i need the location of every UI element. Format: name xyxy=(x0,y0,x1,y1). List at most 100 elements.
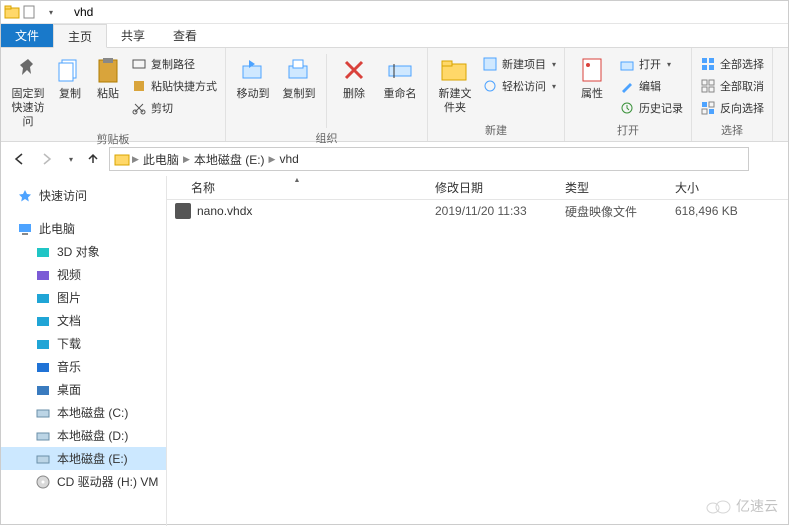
cut-icon xyxy=(131,100,147,116)
sort-indicator-icon: ▲ xyxy=(294,177,301,184)
select-all-button[interactable]: 全部选择 xyxy=(698,54,766,74)
tree-item[interactable]: 文档 xyxy=(1,309,166,332)
breadcrumb-item[interactable]: 本地磁盘 (E:) xyxy=(192,151,267,168)
vhdx-file-icon xyxy=(175,203,191,219)
tree-item-label: 文档 xyxy=(57,312,81,329)
copy-to-icon xyxy=(283,54,315,86)
chevron-right-icon[interactable]: ▶ xyxy=(183,154,190,165)
history-button[interactable]: 历史记录 xyxy=(617,98,685,118)
ribbon: 固定到快速访问 复制 粘贴 复制路径 粘贴快捷方式 xyxy=(1,48,788,142)
paste-shortcut-icon xyxy=(131,78,147,94)
tree-item-label: 图片 xyxy=(57,289,81,306)
drive-icon xyxy=(35,267,51,283)
invert-selection-button[interactable]: 反向选择 xyxy=(698,98,766,118)
tree-item-label: 音乐 xyxy=(57,358,81,375)
tree-item-label: 3D 对象 xyxy=(57,243,100,260)
this-pc-icon xyxy=(17,221,33,237)
window-title: vhd xyxy=(74,5,93,19)
tab-share[interactable]: 共享 xyxy=(107,24,159,47)
new-item-button[interactable]: 新建项目 xyxy=(480,54,558,74)
drive-icon xyxy=(35,451,51,467)
qat-properties-icon[interactable] xyxy=(22,4,38,20)
history-icon xyxy=(619,100,635,116)
tree-item[interactable]: 桌面 xyxy=(1,378,166,401)
file-row[interactable]: nano.vhdx2019/11/20 11:33硬盘映像文件618,496 K… xyxy=(167,200,788,222)
cut-button[interactable]: 剪切 xyxy=(129,98,219,118)
properties-button[interactable]: 属性 xyxy=(571,50,613,102)
drive-icon xyxy=(35,428,51,444)
tab-home[interactable]: 主页 xyxy=(53,24,107,48)
edit-button[interactable]: 编辑 xyxy=(617,76,685,96)
select-none-button[interactable]: 全部取消 xyxy=(698,76,766,96)
easy-access-button[interactable]: 轻松访问 xyxy=(480,76,558,96)
group-label-open: 打开 xyxy=(571,120,685,141)
tree-this-pc[interactable]: 此电脑 xyxy=(1,217,166,240)
tree-item[interactable]: 下载 xyxy=(1,332,166,355)
chevron-right-icon[interactable]: ▶ xyxy=(132,154,139,165)
copy-path-icon xyxy=(131,56,147,72)
group-organize: 移动到 复制到 删除 重命名 组织 xyxy=(226,48,428,141)
file-type: 硬盘映像文件 xyxy=(557,203,667,220)
breadcrumb-item[interactable]: 此电脑 xyxy=(141,151,181,168)
tree-item[interactable]: 本地磁盘 (C:) xyxy=(1,401,166,424)
column-size[interactable]: 大小 xyxy=(667,179,767,196)
qat-dropdown-icon[interactable] xyxy=(42,4,58,20)
column-headers: ▲名称 修改日期 类型 大小 xyxy=(167,176,788,200)
copy-path-button[interactable]: 复制路径 xyxy=(129,54,219,74)
delete-button[interactable]: 删除 xyxy=(333,50,375,102)
tree-item[interactable]: 本地磁盘 (E:) xyxy=(1,447,166,470)
copy-button[interactable]: 复制 xyxy=(53,50,87,102)
move-to-button[interactable]: 移动到 xyxy=(232,50,274,102)
copy-to-button[interactable]: 复制到 xyxy=(278,50,320,102)
address-bar-row: ▶ 此电脑 ▶ 本地磁盘 (E:) ▶ vhd xyxy=(1,142,788,176)
tree-item-label: 本地磁盘 (D:) xyxy=(57,427,128,444)
group-select: 全部选择 全部取消 反向选择 选择 xyxy=(692,48,773,141)
drive-icon xyxy=(35,382,51,398)
group-open: 属性 打开 编辑 历史记录 打开 xyxy=(565,48,692,141)
drive-icon xyxy=(35,336,51,352)
rename-button[interactable]: 重命名 xyxy=(379,50,421,102)
properties-icon xyxy=(576,54,608,86)
drive-icon xyxy=(35,474,51,490)
tree-item-label: 下载 xyxy=(57,335,81,352)
tree-item[interactable]: 视频 xyxy=(1,263,166,286)
tree-item[interactable]: 音乐 xyxy=(1,355,166,378)
breadcrumb-item[interactable]: vhd xyxy=(277,152,300,166)
pin-icon xyxy=(12,54,44,86)
column-date[interactable]: 修改日期 xyxy=(427,179,557,196)
group-new: 新建文件夹 新建项目 轻松访问 新建 xyxy=(428,48,565,141)
tree-quick-access[interactable]: 快速访问 xyxy=(1,184,166,207)
up-button[interactable] xyxy=(81,147,105,171)
easy-access-icon xyxy=(482,78,498,94)
paste-shortcut-button[interactable]: 粘贴快捷方式 xyxy=(129,76,219,96)
back-button[interactable] xyxy=(7,147,31,171)
drive-icon xyxy=(35,290,51,306)
folder-icon xyxy=(114,151,130,167)
column-name[interactable]: ▲名称 xyxy=(167,179,427,196)
forward-button[interactable] xyxy=(35,147,59,171)
tree-item[interactable]: 3D 对象 xyxy=(1,240,166,263)
breadcrumb-bar[interactable]: ▶ 此电脑 ▶ 本地磁盘 (E:) ▶ vhd xyxy=(109,147,749,171)
file-size: 618,496 KB xyxy=(667,204,767,218)
new-folder-button[interactable]: 新建文件夹 xyxy=(434,50,476,116)
tree-item[interactable]: 本地磁盘 (D:) xyxy=(1,424,166,447)
ribbon-tabs: 文件 主页 共享 查看 xyxy=(1,24,788,48)
recent-locations-button[interactable] xyxy=(63,147,77,171)
tab-view[interactable]: 查看 xyxy=(159,24,211,47)
file-list-pane: ▲名称 修改日期 类型 大小 nano.vhdx2019/11/20 11:33… xyxy=(167,176,788,526)
paste-button[interactable]: 粘贴 xyxy=(91,50,125,102)
pin-to-quick-access-button[interactable]: 固定到快速访问 xyxy=(7,50,49,129)
body: 快速访问 此电脑 3D 对象视频图片文档下载音乐桌面本地磁盘 (C:) 本地磁盘 … xyxy=(1,176,788,526)
tree-item-label: 桌面 xyxy=(57,381,81,398)
chevron-right-icon[interactable]: ▶ xyxy=(269,154,276,165)
drive-icon xyxy=(35,359,51,375)
tab-file[interactable]: 文件 xyxy=(1,24,53,47)
navigation-pane: 快速访问 此电脑 3D 对象视频图片文档下载音乐桌面本地磁盘 (C:) 本地磁盘 … xyxy=(1,176,167,526)
open-button[interactable]: 打开 xyxy=(617,54,685,74)
tree-item[interactable]: 图片 xyxy=(1,286,166,309)
tree-item[interactable]: CD 驱动器 (H:) VM xyxy=(1,470,166,493)
rename-icon xyxy=(384,54,416,86)
tree-item-label: 本地磁盘 (C:) xyxy=(57,404,128,421)
column-type[interactable]: 类型 xyxy=(557,179,667,196)
drive-icon xyxy=(35,405,51,421)
